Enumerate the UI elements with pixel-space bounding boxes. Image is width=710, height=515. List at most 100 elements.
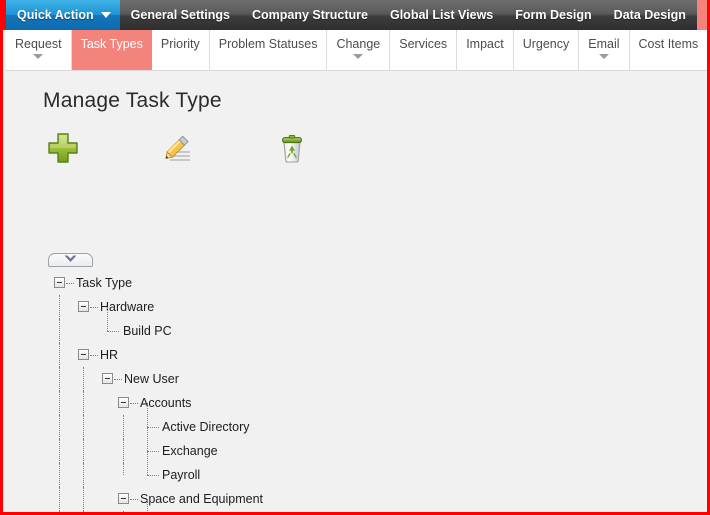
tree-connector [83, 367, 84, 391]
tree-connector [66, 283, 74, 284]
page-title: Manage Task Type [43, 89, 222, 112]
tree-node-label[interactable]: Build PC [123, 319, 172, 343]
tree-connector [147, 427, 148, 451]
tree-connector [147, 403, 148, 427]
tree-connector [59, 511, 60, 512]
chevron-down-icon [353, 54, 364, 59]
pencil-icon [165, 135, 190, 161]
tab-email[interactable]: Email [579, 30, 630, 70]
tab-impact[interactable]: Impact [457, 30, 514, 70]
nav-item-global-list-views[interactable]: Global List Views [379, 0, 504, 30]
nav-item-data-design[interactable]: Data Design [603, 0, 697, 30]
tree-connector [147, 451, 148, 475]
tree-toggle-icon[interactable] [118, 493, 129, 504]
tree-connector [147, 475, 159, 476]
tree-connector [123, 463, 124, 475]
tab-problem-statuses[interactable]: Problem Statuses [210, 30, 328, 70]
tree-connector [123, 439, 124, 463]
quick-action-label: Quick Action [17, 8, 94, 22]
tree-connector [107, 307, 108, 331]
action-toolbar [6, 130, 707, 174]
tab-label: Email [588, 37, 620, 51]
tree-connector [59, 487, 60, 511]
nav-item-general-settings[interactable]: General Settings [120, 0, 241, 30]
tree-node-label[interactable]: Payroll [162, 463, 200, 487]
chevron-down-icon [64, 255, 77, 262]
add-task-type-button[interactable] [45, 130, 81, 166]
tab-label: Change [336, 37, 381, 51]
tree-connector [114, 379, 122, 380]
tree-node-label[interactable]: HR [100, 343, 118, 367]
tree-connector [83, 439, 84, 463]
application-window: Quick Action General Settings Company St… [0, 0, 710, 515]
chevron-down-icon [598, 54, 609, 59]
secondary-tab-bar: Request Task Types Priority Problem Stat… [6, 30, 707, 71]
tree-toggle-icon[interactable] [78, 301, 89, 312]
nav-label: Data Design [613, 8, 686, 22]
tree-connector [83, 487, 84, 511]
tree-connector [147, 427, 159, 428]
tree-node-label[interactable]: Active Directory [162, 415, 250, 439]
tree-toggle-icon[interactable] [102, 373, 113, 384]
tree-connector [130, 499, 138, 500]
tree-connector [83, 391, 84, 415]
nav-item-libraries[interactable]: Libraries [696, 0, 707, 30]
tab-label: Priority [160, 37, 200, 51]
tab-change[interactable]: Change [327, 30, 391, 70]
tab-label: Request [15, 37, 62, 51]
tree-collapse-handle[interactable] [48, 253, 93, 267]
plus-icon [48, 133, 78, 163]
tree-connector [59, 367, 60, 391]
tab-label: Impact [466, 37, 504, 51]
tab-label: Cost Items [638, 37, 699, 51]
nav-label: Form Design [515, 8, 592, 22]
tree-connector [83, 415, 84, 439]
tree-connector [123, 511, 124, 512]
tab-priority[interactable]: Priority [152, 30, 210, 70]
chevron-down-icon [100, 12, 111, 18]
delete-task-type-button[interactable] [274, 130, 310, 166]
tree-connector [59, 319, 60, 343]
tree-connector [83, 511, 84, 512]
tab-task-types[interactable]: Task Types [71, 30, 152, 70]
tree-connector [90, 307, 98, 308]
primary-navigation-bar: Quick Action General Settings Company St… [3, 0, 707, 30]
nav-label: General Settings [130, 8, 230, 22]
tree-connector [59, 343, 60, 367]
tree-node-label[interactable]: Space and Equipment [140, 487, 263, 511]
tree-toggle-icon[interactable] [54, 277, 65, 288]
tree-node-label[interactable]: Exchange [162, 439, 218, 463]
tree-connector [59, 295, 60, 319]
tree-connector [147, 451, 159, 452]
tree-connector [147, 499, 148, 512]
tab-label: Task Types [80, 37, 143, 51]
tree-node-label[interactable]: New User [124, 367, 179, 391]
tree-connector [59, 415, 60, 439]
tree-toggle-icon[interactable] [118, 397, 129, 408]
tree-node-label[interactable]: Task Type [76, 271, 132, 295]
tab-label: Problem Statuses [218, 37, 318, 51]
main-content-area: Manage Task Type Task Type Hardware Buil… [6, 71, 707, 512]
tab-urgency[interactable]: Urgency [514, 30, 580, 70]
nav-item-company-structure[interactable]: Company Structure [241, 0, 379, 30]
tree-toggle-icon[interactable] [78, 349, 89, 360]
nav-item-form-design[interactable]: Form Design [504, 0, 602, 30]
tab-cost-items[interactable]: Cost Items [630, 30, 707, 70]
tree-connector [83, 463, 84, 487]
recycle-bin-icon [282, 134, 302, 163]
tree-connector [130, 403, 138, 404]
tree-node-label[interactable]: Assign Computer [162, 511, 258, 512]
tree-connector [123, 415, 124, 439]
tab-services[interactable]: Services [390, 30, 458, 70]
nav-label: Company Structure [251, 8, 368, 22]
edit-task-type-button[interactable] [158, 130, 194, 166]
tree-connector [107, 331, 119, 332]
chevron-down-icon [33, 54, 44, 59]
tab-label: Services [399, 37, 448, 51]
tree-node-label[interactable]: Hardware [100, 295, 154, 319]
tree-connector [59, 439, 60, 463]
tree-connector [90, 355, 98, 356]
tab-label: Urgency [522, 37, 570, 51]
quick-action-menu[interactable]: Quick Action [6, 0, 120, 30]
tab-request[interactable]: Request [6, 30, 72, 70]
